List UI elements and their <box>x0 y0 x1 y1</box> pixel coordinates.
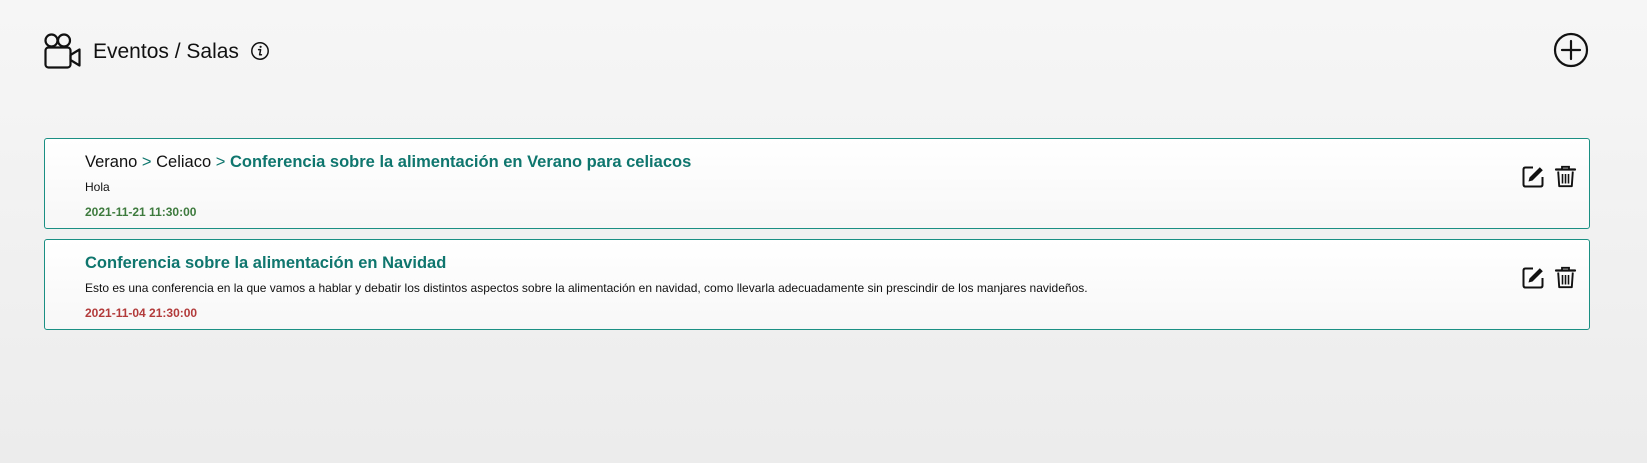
event-date: 2021-11-21 11:30:00 <box>85 205 197 219</box>
delete-button[interactable] <box>1554 266 1577 289</box>
event-heading: Verano > Celiaco > Conferencia sobre la … <box>85 152 691 172</box>
info-icon[interactable] <box>250 41 270 61</box>
event-actions <box>1522 165 1577 188</box>
event-card: Conferencia sobre la alimentación en Nav… <box>44 239 1590 330</box>
page-header: Eventos / Salas <box>44 32 1589 72</box>
breadcrumb-season[interactable]: Verano <box>85 153 137 171</box>
event-date: 2021-11-04 21:30:00 <box>85 306 198 320</box>
event-heading: Conferencia sobre la alimentación en Nav… <box>85 253 446 273</box>
event-actions <box>1522 266 1577 289</box>
event-description: Hola <box>85 180 110 194</box>
event-list: Verano > Celiaco > Conferencia sobre la … <box>44 138 1590 340</box>
video-camera-icon <box>44 32 82 70</box>
trash-icon <box>1554 266 1577 289</box>
event-description: Esto es una conferencia en la que vamos … <box>85 281 1088 295</box>
event-card: Verano > Celiaco > Conferencia sobre la … <box>44 138 1590 229</box>
edit-icon <box>1522 166 1544 188</box>
edit-button[interactable] <box>1522 165 1545 188</box>
breadcrumb-separator: > <box>141 153 152 171</box>
delete-button[interactable] <box>1554 165 1577 188</box>
breadcrumb-category[interactable]: Celiaco <box>156 153 211 171</box>
plus-circle-icon <box>1553 32 1589 68</box>
edit-button[interactable] <box>1522 266 1545 289</box>
edit-icon <box>1522 267 1544 289</box>
event-title[interactable]: Conferencia sobre la alimentación en Ver… <box>230 153 691 171</box>
event-title[interactable]: Conferencia sobre la alimentación en Nav… <box>85 254 446 272</box>
trash-icon <box>1554 165 1577 188</box>
breadcrumb-separator: > <box>215 153 226 171</box>
add-event-button[interactable] <box>1553 32 1589 68</box>
page-title: Eventos / Salas <box>93 40 239 63</box>
